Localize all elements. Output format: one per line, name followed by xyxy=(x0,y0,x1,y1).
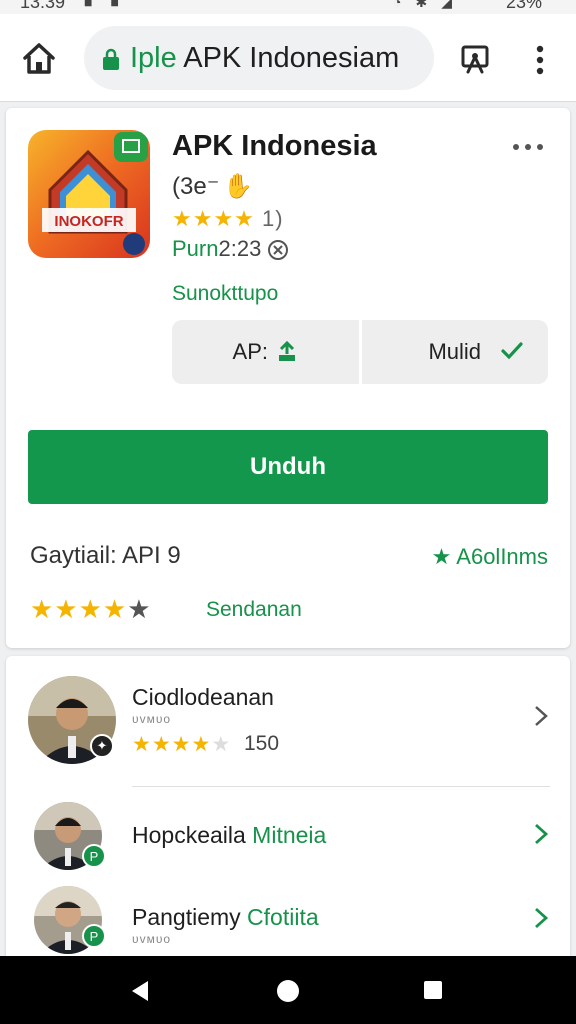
url-text: Iple APK Indonesiam xyxy=(130,42,399,75)
app-title: APK Indonesia xyxy=(172,130,377,162)
recents-icon[interactable] xyxy=(422,978,444,1002)
reviewer-name: Pangtiemy Cfotiita xyxy=(132,904,319,931)
lock-icon xyxy=(103,48,119,70)
status-bar: 13:39 ■■ ◔✱◢ 23% xyxy=(0,0,576,14)
chevron-right-icon xyxy=(535,706,548,726)
requirements-text: Gaytiail: API 9 xyxy=(30,542,181,570)
reviewer-name: Ciodlodeanan xyxy=(132,684,274,710)
clock-icon xyxy=(268,240,289,261)
app-version: Purn2:23 xyxy=(172,236,289,262)
app-icon-text: INOKOFR xyxy=(54,213,123,230)
address-bar[interactable]: Iple APK Indonesiam xyxy=(84,26,434,90)
star-icon: ★ xyxy=(431,544,452,569)
avatar-badge: P xyxy=(82,924,106,948)
chevron-right-icon xyxy=(535,907,549,929)
list-item[interactable]: P Hopckeaila Mitneia xyxy=(6,788,570,880)
mulid-option[interactable]: Mulid xyxy=(358,320,549,384)
review-stars-filled: ★★★★ xyxy=(132,733,212,756)
badge-label: A6olInms xyxy=(456,544,548,569)
reviewer-first: Hopckeaila xyxy=(132,822,246,848)
home-icon xyxy=(23,43,55,74)
review-stars: ★★★★★ xyxy=(132,732,231,757)
review-count: 150 xyxy=(244,732,280,755)
app-subtitle: (3e⁻ ✋ xyxy=(172,172,253,201)
app-logo-image: INOKOFR xyxy=(28,130,150,258)
url-domain: APK Indonesiam xyxy=(176,42,400,74)
system-nav-bar xyxy=(0,956,576,1024)
app-subtitle-text: (3e⁻ xyxy=(172,173,220,200)
avatar-badge: ✦ xyxy=(90,734,114,758)
app-category[interactable]: Sunokttupo xyxy=(172,282,278,306)
version-label: Purn xyxy=(172,236,219,261)
reviewer-handle: ᴜᴠᴍᴜᴏ xyxy=(132,932,172,946)
requirements-value: 9 xyxy=(167,542,181,569)
more-horiz-icon xyxy=(513,144,543,150)
more-vert-icon xyxy=(536,45,544,75)
home-button[interactable] xyxy=(18,38,60,80)
action-segment: AP: Mulid xyxy=(172,320,548,384)
hand-icon: ✋ xyxy=(223,173,254,200)
chevron-right-icon xyxy=(535,823,549,845)
rating-count: 1) xyxy=(262,206,284,231)
download-button[interactable]: Unduh xyxy=(28,430,548,504)
bottom-stars: ★★★★ xyxy=(30,594,128,624)
reviewer-handle: ᴜᴠᴍᴜᴏ xyxy=(132,712,172,726)
apk-download-option[interactable]: AP: xyxy=(172,320,359,384)
app-rating: ★★★★ 1) xyxy=(172,206,284,232)
reviewer-first: Pangtiemy xyxy=(132,904,241,930)
check-icon xyxy=(501,342,523,360)
reviews-list: ✦ Ciodlodeanan ᴜᴠᴍᴜᴏ ★★★★★ 150 P Hopckea… xyxy=(6,656,570,976)
similar-link[interactable]: Sendanan xyxy=(206,598,302,622)
avatar-badge: P xyxy=(82,844,106,868)
notification-icons: ■■ xyxy=(84,0,137,10)
reviewer-name: Hopckeaila Mitneia xyxy=(132,822,326,849)
divider xyxy=(132,786,550,787)
segment-right-label: Mulid xyxy=(428,339,482,364)
version-value: 2:23 xyxy=(218,236,262,261)
half-star-icon: ★ xyxy=(127,594,152,624)
requirements-label: Gaytiail: API xyxy=(30,542,161,569)
bottom-rating: ★★★★★ xyxy=(30,594,152,625)
home-nav-icon[interactable] xyxy=(275,978,301,1004)
rating-stars: ★★★★ xyxy=(172,206,255,231)
app-card: INOKOFR APK Indonesia (3e⁻ ✋ ★★★★ 1) Purn… xyxy=(6,108,570,648)
status-time: 13:39 xyxy=(20,0,66,12)
bookmark-icon xyxy=(461,45,489,74)
battery-level: 23% xyxy=(505,0,542,12)
reviewer-tag: Cfotiita xyxy=(240,904,319,930)
overflow-menu-button[interactable] xyxy=(528,42,552,78)
url-prefix: Iple xyxy=(130,42,177,74)
browser-toolbar: Iple APK Indonesiam xyxy=(0,14,576,102)
signal-icons: ◔✱◢ xyxy=(393,0,466,10)
app-icon[interactable]: INOKOFR xyxy=(28,130,150,258)
review-stars-empty: ★ xyxy=(211,733,232,756)
segment-left-label: AP: xyxy=(232,339,268,364)
bookmark-button[interactable] xyxy=(460,44,490,76)
back-icon[interactable] xyxy=(128,978,152,1004)
editor-badge[interactable]: ★ A6olInms xyxy=(432,544,548,570)
download-icon xyxy=(278,341,295,361)
list-item[interactable]: ✦ Ciodlodeanan ᴜᴠᴍᴜᴏ ★★★★★ 150 xyxy=(6,656,570,786)
more-options-button[interactable] xyxy=(510,138,546,156)
reviewer-tag: Mitneia xyxy=(245,822,327,848)
